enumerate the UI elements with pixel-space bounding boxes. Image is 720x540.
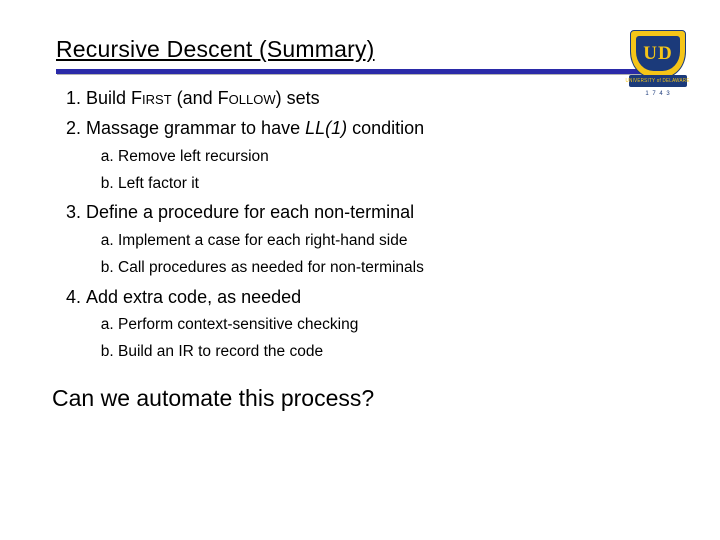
sub-item: Perform context-sensitive checking [118, 315, 670, 336]
item1-pre: Build [86, 88, 131, 108]
item2-post: condition [347, 118, 424, 138]
slide: UD UNIVERSITY of DELAWARE 1 7 4 3 Recurs… [0, 0, 720, 540]
logo-banner-text: UNIVERSITY of DELAWARE [626, 78, 690, 84]
logo-initials: UD [643, 43, 672, 65]
sublist-3: Implement a case for each right-hand sid… [86, 231, 670, 279]
sub-item: Build an IR to record the code [118, 342, 670, 363]
item2-ll1: LL(1) [305, 118, 347, 138]
footer-question: Can we automate this process? [52, 385, 670, 412]
sub-item: Left factor it [118, 174, 670, 195]
sub-item: Remove left recursion [118, 147, 670, 168]
list-item: Define a procedure for each non-terminal… [86, 200, 670, 278]
item4-text: Add extra code, as needed [86, 287, 301, 307]
item3-text: Define a procedure for each non-terminal [86, 202, 414, 222]
list-item: Build First (and Follow) sets [86, 86, 670, 110]
sub-item: Implement a case for each right-hand sid… [118, 231, 670, 252]
logo-shield: UD UNIVERSITY of DELAWARE 1 7 4 3 [630, 30, 686, 78]
slide-title: Recursive Descent (Summary) [56, 36, 375, 62]
list-item: Add extra code, as needed Perform contex… [86, 285, 670, 363]
sublist-4: Perform context-sensitive checking Build… [86, 315, 670, 363]
logo-shield-inner: UD [636, 36, 680, 71]
logo-banner: UNIVERSITY of DELAWARE [629, 75, 687, 87]
item1-post: ) sets [276, 88, 320, 108]
item2-pre: Massage grammar to have [86, 118, 305, 138]
list-item: Massage grammar to have LL(1) condition … [86, 116, 670, 194]
item1-follow: Follow [218, 88, 276, 108]
item1-first: First [131, 88, 172, 108]
main-list: Build First (and Follow) sets Massage gr… [56, 86, 670, 363]
title-block: Recursive Descent (Summary) [56, 36, 670, 63]
title-rule [56, 69, 670, 74]
sub-item: Call procedures as needed for non-termin… [118, 258, 670, 279]
logo-year: 1 7 4 3 [631, 91, 685, 97]
sublist-2: Remove left recursion Left factor it [86, 147, 670, 195]
university-logo: UD UNIVERSITY of DELAWARE 1 7 4 3 [630, 30, 686, 92]
item1-mid: (and [172, 88, 218, 108]
